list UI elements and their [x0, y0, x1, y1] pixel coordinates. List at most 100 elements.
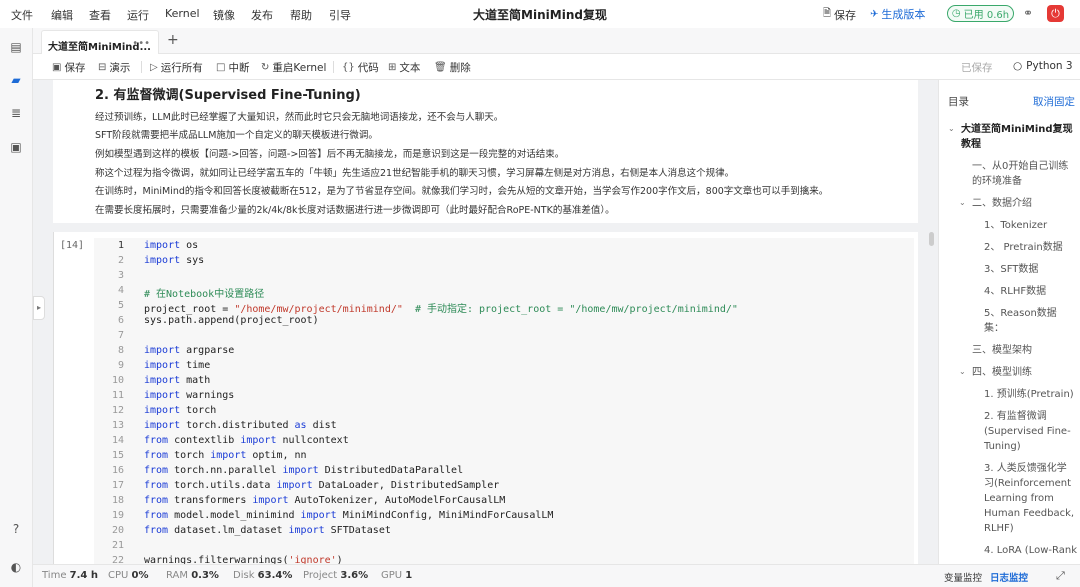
toc-item[interactable]: 三、模型架构 — [972, 343, 1032, 358]
chevron-down-icon[interactable]: ⌄ — [959, 367, 966, 376]
collapse-sidebar-handle[interactable]: ▸ — [33, 296, 45, 320]
toc-item[interactable]: 3、SFT数据 — [984, 262, 1038, 277]
toc-item[interactable]: 一、从0开始自己训练 — [972, 159, 1068, 174]
menu-file[interactable]: 文件 — [11, 7, 33, 23]
line-number: 22 — [111, 555, 124, 564]
toc-item[interactable]: 2. 有监督微调 — [984, 409, 1047, 424]
code-token: import — [144, 375, 181, 386]
toc-item[interactable]: Learning from — [984, 491, 1054, 506]
toc-item[interactable]: 二、数据介绍 — [972, 196, 1032, 211]
log-monitor-button[interactable]: 日志监控 — [990, 570, 1028, 584]
toc-item[interactable]: 3. 人类反馈强化学 — [984, 461, 1067, 476]
scrollbar-thumb[interactable] — [929, 232, 934, 246]
menu-help[interactable]: 帮助 — [290, 7, 312, 23]
add-code-button[interactable]: {} 代码 — [342, 60, 379, 75]
toc-item[interactable]: 集： — [984, 321, 1004, 336]
code-token: SFTDataset — [324, 525, 391, 536]
code-token: warnings.filterwarnings( — [144, 555, 289, 564]
toc-item[interactable]: 4. LoRA (Low-Rank — [984, 543, 1077, 558]
image-icon[interactable]: ▣ — [9, 140, 23, 154]
power-icon: ⏻ — [1051, 6, 1060, 20]
status-gpu: GPU 1 — [381, 570, 413, 581]
code-editor[interactable]: 1 import os 2 import sys 3 4 # 在Notebook中设置路径 5… — [94, 238, 914, 564]
expand-icon[interactable]: ⤢ — [1056, 569, 1065, 583]
code-token: import — [144, 420, 181, 431]
code-text: from torch.nn.parallel import Distribute… — [144, 465, 463, 476]
toc-item[interactable]: (Supervised Fine- — [984, 424, 1071, 439]
toc-item[interactable]: Human Feedback, — [984, 506, 1074, 521]
present-button[interactable]: ⊟ 演示 — [98, 60, 130, 75]
toc-title: 目录 — [948, 96, 969, 108]
add-tab-button[interactable]: + — [167, 32, 179, 48]
code-token: from — [144, 480, 169, 491]
variable-monitor-button[interactable]: 变量监控 — [944, 570, 982, 584]
database-icon[interactable]: ≣ — [9, 106, 23, 120]
code-text: import warnings — [144, 390, 234, 401]
toolbar-divider — [141, 61, 142, 73]
code-label: 代码 — [357, 62, 379, 74]
code-token: nullcontext — [276, 435, 349, 446]
toc-item[interactable]: 习(Reinforcement — [984, 476, 1071, 491]
chevron-down-icon[interactable]: ⌄ — [948, 124, 955, 133]
code-text: import torch.distributed as dist — [144, 420, 337, 431]
status-time: Time 7.4 h — [42, 570, 98, 581]
code-text: # 在Notebook中设置路径 — [144, 285, 264, 300]
publish-label: 生成版本 — [881, 8, 926, 21]
run-all-button[interactable]: ▷ 运行所有 — [150, 60, 203, 75]
toc-item[interactable]: 4、RLHF数据 — [984, 284, 1046, 299]
toc-item[interactable]: 1. 预训练(Pretrain) — [984, 387, 1074, 402]
publish-button[interactable]: ✈ 生成版本 — [870, 6, 925, 22]
status-bar: Time 7.4 h CPU 0% RAM 0.3% Disk 63.4% Pr… — [33, 564, 1080, 587]
theme-toggle-icon[interactable]: ◐ — [9, 560, 23, 574]
code-token: from — [144, 510, 169, 521]
status-disk: Disk 63.4% — [233, 570, 293, 581]
toc-item[interactable]: RLHF) — [984, 521, 1014, 536]
kernel-status[interactable]: ○ Python 3 — [1013, 60, 1073, 72]
menu-guide[interactable]: 引导 — [329, 7, 351, 23]
code-text: import torch — [144, 405, 216, 416]
menu-run[interactable]: 运行 — [127, 7, 149, 23]
top-save-button[interactable]: 🗎 保存 — [823, 6, 856, 23]
toc-unpin-button[interactable]: 取消固定 — [1033, 94, 1075, 109]
toc-item[interactable]: 1、Tokenizer — [984, 218, 1047, 233]
markdown-cell[interactable]: 2. 有监督微调(Supervised Fine-Tuning) 经过预训练，L… — [53, 80, 918, 223]
interrupt-button[interactable]: □ 中断 — [216, 60, 249, 75]
menu-kernel[interactable]: Kernel — [165, 7, 200, 20]
code-token: DistributedDataParallel — [318, 465, 464, 476]
tab-notebook[interactable]: 大道至简MiniMind... ••• — [41, 30, 159, 54]
code-cell[interactable]: [14] 1 import os 2 import sys 3 4 # 在Notebook中… — [53, 232, 918, 564]
toc-item[interactable]: 大道至简MiniMind复现 — [961, 122, 1073, 137]
menu-view[interactable]: 查看 — [89, 7, 111, 23]
stop-icon: □ — [216, 62, 226, 73]
help-icon[interactable]: ? — [9, 522, 23, 536]
menu-publish[interactable]: 发布 — [251, 7, 273, 23]
link-icon[interactable]: ⚭ — [1023, 6, 1037, 20]
delete-label: 删除 — [449, 62, 471, 74]
toc-item[interactable]: Tuning) — [984, 439, 1021, 454]
tab-more-icon[interactable]: ••• — [132, 38, 150, 49]
drive-icon[interactable]: ▤ — [9, 40, 23, 54]
menu-image[interactable]: 镜像 — [213, 7, 235, 23]
menu-edit[interactable]: 编辑 — [51, 7, 73, 23]
paragraph-line: 称这个过程为指令微调，就如同让已经学富五车的「牛顿」先生适应21世纪智能手机的聊… — [95, 168, 735, 179]
restart-kernel-button[interactable]: ↻ 重启Kernel — [261, 60, 326, 75]
save-button[interactable]: ▣ 保存 — [52, 60, 85, 75]
tab-bar: 大道至简MiniMind... ••• + — [33, 28, 1080, 54]
toc-item[interactable]: 教程 — [961, 137, 981, 152]
line-number: 16 — [111, 465, 124, 476]
code-token: dist — [306, 420, 337, 431]
folder-icon[interactable]: ▰ — [9, 73, 23, 87]
text-icon: ⊞ — [388, 62, 397, 73]
toc-item[interactable]: 的环境准备 — [972, 174, 1022, 189]
toc-item[interactable]: 四、模型训练 — [972, 365, 1032, 380]
code-token: import — [144, 255, 181, 266]
delete-button[interactable]: 🗑 删除 — [434, 60, 471, 75]
toc-item[interactable]: 2、 Pretrain数据 — [984, 240, 1063, 255]
run-all-label: 运行所有 — [160, 62, 203, 74]
toc-item[interactable]: 5、Reason数据 — [984, 306, 1057, 321]
code-token: import — [300, 510, 337, 521]
power-button[interactable]: ⏻ — [1047, 5, 1064, 22]
add-text-button[interactable]: ⊞ 文本 — [388, 60, 420, 75]
chevron-down-icon[interactable]: ⌄ — [959, 198, 966, 207]
code-token: ) — [336, 555, 343, 564]
